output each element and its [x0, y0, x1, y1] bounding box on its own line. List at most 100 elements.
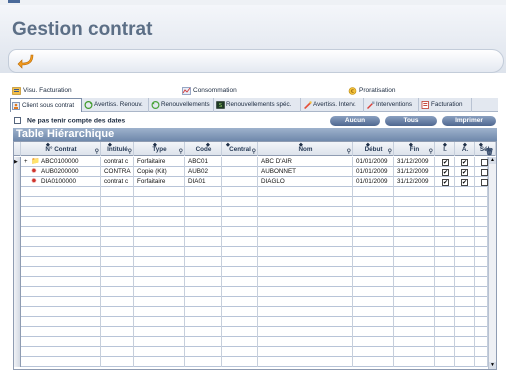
- cell-contrat: [22, 277, 101, 287]
- table-row[interactable]: [14, 227, 488, 237]
- row-selector[interactable]: [14, 277, 21, 287]
- tab-facturation[interactable]: Facturation: [420, 98, 472, 112]
- ignore-dates-checkbox[interactable]: [14, 117, 21, 124]
- scroll-up-arrow-icon[interactable]: ▲: [489, 157, 496, 164]
- vertical-scrollbar[interactable]: ▲ ▼: [488, 157, 496, 369]
- back-arrow-icon[interactable]: [17, 53, 35, 69]
- row-selector[interactable]: [14, 187, 21, 197]
- search-icon[interactable]: ⚲: [95, 145, 99, 156]
- row-selector[interactable]: [14, 327, 21, 337]
- column-header-contrat[interactable]: ◆ N° Contrat ⚲: [22, 142, 101, 156]
- table-row[interactable]: [14, 337, 488, 347]
- table-row[interactable]: [14, 297, 488, 307]
- tab-renouvellements[interactable]: Renouvellements: [150, 98, 214, 112]
- table-row[interactable]: [14, 277, 488, 287]
- row-selector[interactable]: [14, 207, 21, 217]
- search-icon[interactable]: ⚲: [252, 145, 256, 156]
- table-row[interactable]: [14, 197, 488, 207]
- checkbox-i[interactable]: [442, 179, 449, 186]
- tab-avertiss-interv[interactable]: Avertiss. Interv.: [302, 98, 364, 112]
- column-header-central[interactable]: ◆ Central ⚲: [223, 142, 258, 156]
- table-row[interactable]: [14, 237, 488, 247]
- table-row[interactable]: [14, 187, 488, 197]
- checkbox-a[interactable]: [461, 159, 468, 166]
- checkbox-a[interactable]: [461, 169, 468, 176]
- cell-checkbox: [436, 227, 455, 237]
- checkbox-sel[interactable]: [481, 159, 488, 166]
- tab-consommation[interactable]: Consommation: [180, 84, 237, 98]
- row-selector[interactable]: [14, 267, 21, 277]
- checkbox-sel[interactable]: [481, 179, 488, 186]
- search-icon[interactable]: ⚲: [128, 145, 132, 156]
- table-row[interactable]: [14, 207, 488, 217]
- table-row[interactable]: [14, 327, 488, 337]
- row-selector[interactable]: [14, 167, 21, 177]
- row-selector[interactable]: [14, 217, 21, 227]
- trash-icon[interactable]: 🗑: [485, 145, 494, 156]
- checkbox-sel[interactable]: [481, 169, 488, 176]
- column-header-debut[interactable]: ◆ Début ⚲: [354, 142, 394, 156]
- tab-visu-facturation[interactable]: Visu. Facturation: [10, 84, 72, 98]
- tab-proratisation[interactable]: € Proratisation: [346, 84, 396, 98]
- table-row[interactable]: ✹ DIA0100000 contrat c Forfaitaire DIA01 DIAG…: [14, 177, 488, 187]
- column-header-fin[interactable]: ◆ Fin ⚲: [395, 142, 435, 156]
- row-selector[interactable]: [14, 237, 21, 247]
- sort-icon: ◆: [108, 142, 112, 148]
- table-row[interactable]: ✹ AUB0200000 CONTRA Copie (Kit) AUB02 AUBONNE…: [14, 167, 488, 177]
- row-selector[interactable]: [14, 317, 21, 327]
- row-selector[interactable]: [14, 177, 21, 187]
- select-none-button[interactable]: Aucun: [330, 116, 380, 126]
- checkbox-a[interactable]: [461, 179, 468, 186]
- checkbox-i[interactable]: [442, 169, 449, 176]
- table-row[interactable]: [14, 317, 488, 327]
- search-icon[interactable]: ⚲: [429, 145, 433, 156]
- row-selector[interactable]: [14, 307, 21, 317]
- table-row[interactable]: [14, 267, 488, 277]
- search-icon[interactable]: ⚲: [347, 145, 351, 156]
- row-selector[interactable]: [14, 197, 21, 207]
- row-selector[interactable]: [14, 247, 21, 257]
- column-header-type[interactable]: ◆ Type ⚲: [135, 142, 185, 156]
- cell-fin: [395, 337, 435, 347]
- column-header-code[interactable]: ◆ Code: [186, 142, 222, 156]
- row-selector[interactable]: [14, 227, 21, 237]
- column-header-i[interactable]: ◆ I.: [436, 142, 455, 156]
- column-header-sel[interactable]: ◆ Sél. 🗑: [476, 142, 496, 156]
- row-selector[interactable]: [14, 257, 21, 267]
- print-button[interactable]: Imprimer: [442, 116, 496, 126]
- table-row[interactable]: [14, 287, 488, 297]
- tab-client-sous-contrat[interactable]: Client sous contrat: [10, 98, 82, 112]
- ignore-dates-option[interactable]: Ne pas tenir compte des dates: [14, 117, 125, 127]
- cell-contrat: [22, 347, 101, 357]
- table-row[interactable]: [14, 217, 488, 227]
- tab-interventions[interactable]: Interventions: [365, 98, 419, 112]
- row-selector[interactable]: [14, 287, 21, 297]
- tab-renouvellements-spec[interactable]: S Renouvellements spéc.: [215, 98, 301, 112]
- row-selector[interactable]: [14, 337, 21, 347]
- row-selector[interactable]: [14, 347, 21, 357]
- table-row[interactable]: [14, 357, 488, 367]
- row-selector[interactable]: [14, 297, 21, 307]
- cell-code: [186, 337, 222, 347]
- cell-code: [186, 267, 222, 277]
- column-header-a[interactable]: ◆ A.: [456, 142, 475, 156]
- cell-code: [186, 247, 222, 257]
- scroll-down-arrow-icon[interactable]: ▼: [489, 362, 496, 369]
- table-row[interactable]: [14, 247, 488, 257]
- search-icon[interactable]: ⚲: [179, 145, 183, 156]
- table-row[interactable]: [14, 347, 488, 357]
- row-selector[interactable]: [14, 357, 21, 367]
- table-row[interactable]: ▶ + 📁ABC0100000 contrat c Forfaitaire ABC01 AB…: [14, 157, 488, 167]
- select-all-button[interactable]: Tous: [385, 116, 437, 126]
- tab-label: Client sous contrat: [22, 102, 75, 109]
- cell-type: [135, 217, 185, 227]
- table-row[interactable]: [14, 307, 488, 317]
- column-header-intitule[interactable]: ◆ Intitulé ⚲: [102, 142, 134, 156]
- search-icon[interactable]: ⚲: [388, 145, 392, 156]
- table-row[interactable]: [14, 257, 488, 267]
- tab-avertiss-renouv[interactable]: Avertiss. Renouv.: [83, 98, 149, 112]
- column-header-nom[interactable]: ◆ Nom ⚲: [259, 142, 353, 156]
- row-selector[interactable]: ▶: [14, 157, 21, 167]
- checkbox-i[interactable]: [442, 159, 449, 166]
- expand-icon[interactable]: +: [24, 157, 31, 167]
